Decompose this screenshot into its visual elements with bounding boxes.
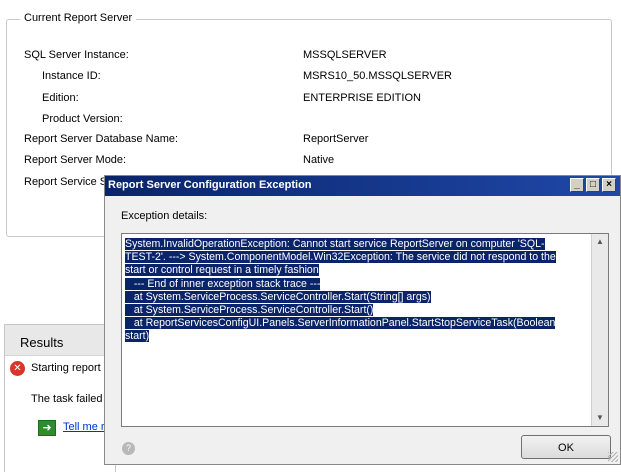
- exception-line: at ReportServicesConfigUI.Panels.ServerI…: [125, 317, 556, 330]
- error-icon: ✕: [10, 361, 25, 376]
- maximize-button[interactable]: □: [586, 178, 600, 192]
- product-version-label: Product Version:: [42, 113, 123, 125]
- instance-id-value: MSRS10_50.MSSQLSERVER: [303, 70, 452, 82]
- results-title: Results: [20, 335, 64, 350]
- minimize-icon: _: [574, 179, 580, 190]
- results-failure-line: The task failed: [31, 393, 103, 405]
- dialog-title: Report Server Configuration Exception: [108, 179, 312, 191]
- exception-line: TEST-2'. ---> System.ComponentModel.Win3…: [125, 251, 556, 264]
- group-title: Current Report Server: [20, 12, 137, 24]
- exception-line: at System.ServiceProcess.ServiceControll…: [125, 304, 374, 317]
- exception-line: System.InvalidOperationException: Cannot…: [125, 238, 545, 250]
- edition-label: Edition:: [42, 92, 79, 104]
- close-button[interactable]: ×: [602, 178, 616, 192]
- minimize-button[interactable]: _: [570, 178, 584, 192]
- tell-me-more-link[interactable]: Tell me r: [63, 421, 105, 433]
- sql-instance-value: MSSQLSERVER: [303, 49, 387, 61]
- results-status-line: Starting report: [31, 362, 101, 374]
- instance-id-label: Instance ID:: [42, 70, 101, 82]
- ok-button[interactable]: OK: [521, 435, 611, 459]
- exception-line: start): [125, 330, 150, 343]
- server-mode-value: Native: [303, 154, 335, 166]
- edition-value: ENTERPRISE EDITION: [303, 92, 421, 104]
- arrow-right-icon[interactable]: ➜: [38, 420, 56, 436]
- exception-line: at System.ServiceProcess.ServiceControll…: [125, 290, 431, 303]
- scroll-up-icon[interactable]: ▲: [592, 234, 608, 250]
- results-header: Results: [5, 325, 115, 356]
- results-body: ✕ Starting report The task failed ➜ Tell…: [5, 356, 115, 472]
- vertical-scrollbar[interactable]: ▲ ▼: [591, 234, 608, 426]
- close-icon: ×: [606, 179, 612, 190]
- exception-text: System.InvalidOperationException: Cannot…: [125, 238, 585, 344]
- service-status-label: Report Service S: [24, 176, 108, 188]
- results-panel: Results ✕ Starting report The task faile…: [4, 324, 116, 472]
- maximize-icon: □: [589, 179, 597, 190]
- resize-grip-icon[interactable]: [608, 452, 618, 462]
- database-name-label: Report Server Database Name:: [24, 133, 179, 145]
- exception-details-textbox[interactable]: System.InvalidOperationException: Cannot…: [121, 233, 609, 427]
- scroll-down-icon[interactable]: ▼: [592, 410, 608, 426]
- dialog-titlebar[interactable]: Report Server Configuration Exception _ …: [105, 176, 620, 196]
- help-icon[interactable]: ?: [122, 442, 135, 455]
- exception-dialog: Report Server Configuration Exception _ …: [104, 175, 621, 465]
- server-mode-label: Report Server Mode:: [24, 154, 127, 166]
- exception-details-label: Exception details:: [121, 210, 208, 222]
- sql-instance-label: SQL Server Instance:: [24, 49, 129, 61]
- exception-line: start or control request in a timely fas…: [125, 264, 319, 277]
- exception-line: --- End of inner exception stack trace -…: [125, 277, 321, 290]
- database-name-value: ReportServer: [303, 133, 369, 145]
